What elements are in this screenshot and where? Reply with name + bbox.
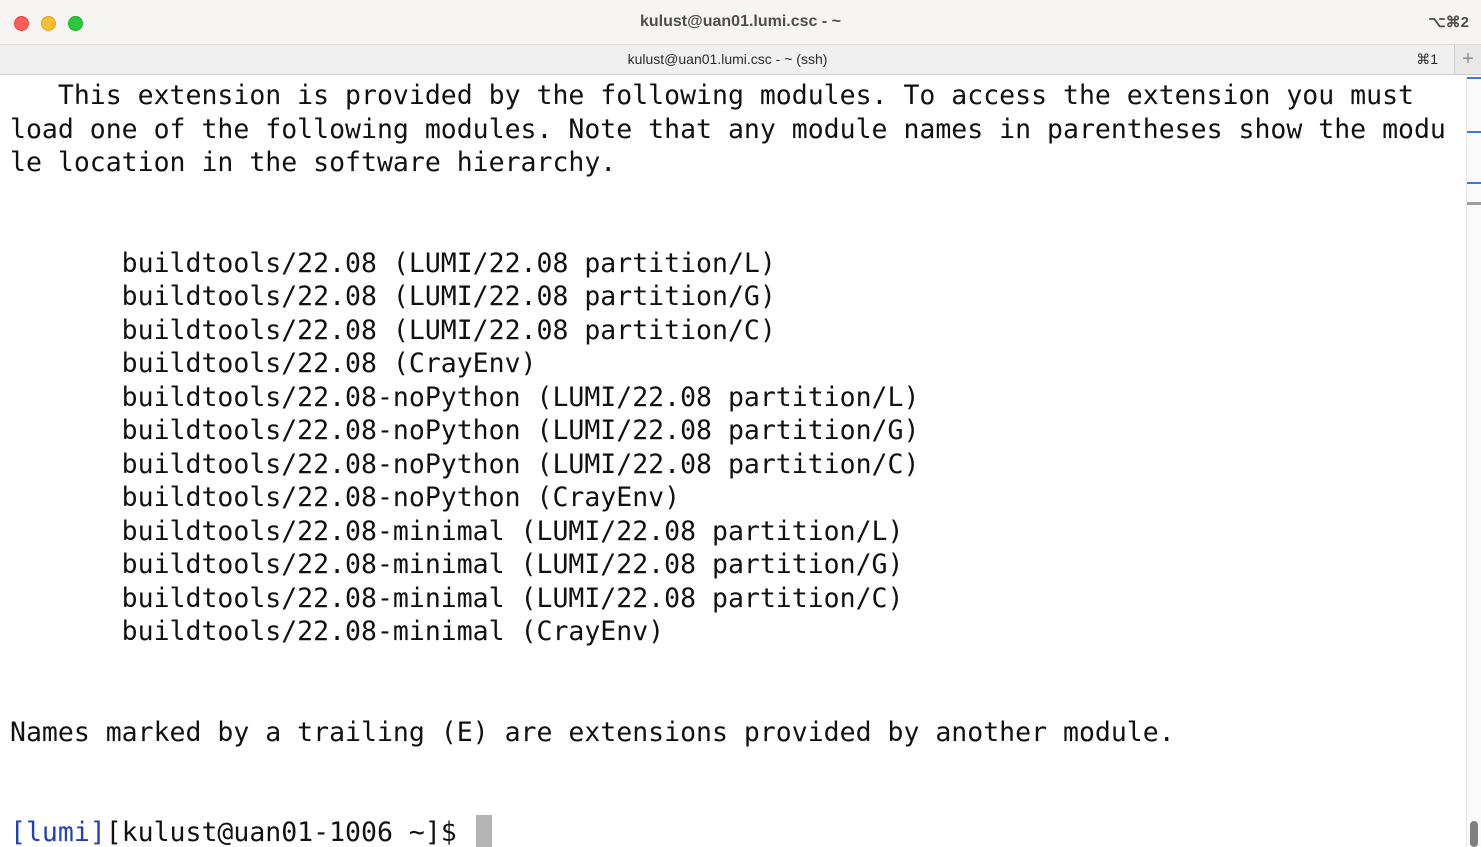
scroll-mark	[1467, 77, 1481, 79]
tab-shortcut-label: ⌘1	[1416, 51, 1438, 67]
window-title: kulust@uan01.lumi.csc - ~	[640, 13, 841, 30]
tab-bar: kulust@uan01.lumi.csc - ~ (ssh) ⌘1 +	[0, 45, 1481, 75]
scrollbar-thumb[interactable]	[1470, 821, 1478, 847]
terminal-output[interactable]: This extension is provided by the follow…	[0, 75, 1466, 847]
terminal-line: buildtools/22.08-minimal (LUMI/22.08 par…	[10, 549, 904, 580]
text-cursor	[476, 815, 492, 847]
terminal-line: buildtools/22.08 (LUMI/22.08 partition/L…	[10, 248, 776, 279]
terminal-line: buildtools/22.08-minimal (LUMI/22.08 par…	[10, 583, 904, 614]
vertical-scrollbar[interactable]	[1466, 75, 1481, 847]
prompt-user-host: [kulust@uan01-1006 ~]$	[105, 817, 473, 847]
scroll-mark	[1467, 182, 1481, 184]
terminal-window: kulust@uan01.lumi.csc - ~ ⌥⌘2 kulust@uan…	[0, 0, 1481, 847]
new-tab-button[interactable]: +	[1454, 45, 1481, 74]
terminal-line: buildtools/22.08-noPython (CrayEnv)	[10, 482, 681, 513]
terminal-line: Names marked by a trailing (E) are exten…	[10, 717, 1175, 748]
terminal-line: buildtools/22.08 (LUMI/22.08 partition/G…	[10, 281, 776, 312]
terminal-line: buildtools/22.08-minimal (CrayEnv)	[10, 616, 665, 647]
terminal-line: load one of the following modules. Note …	[10, 114, 1446, 145]
tab-ssh-session[interactable]: kulust@uan01.lumi.csc - ~ (ssh) ⌘1	[0, 45, 1455, 74]
terminal-line: buildtools/22.08-noPython (LUMI/22.08 pa…	[10, 415, 920, 446]
command-prompt: [lumi][kulust@uan01-1006 ~]$	[10, 816, 473, 847]
terminal-line: buildtools/22.08-noPython (LUMI/22.08 pa…	[10, 449, 920, 480]
terminal-line: buildtools/22.08 (LUMI/22.08 partition/C…	[10, 315, 776, 346]
tab-title: kulust@uan01.lumi.csc - ~ (ssh)	[627, 51, 828, 67]
prompt-environment-tag: [lumi]	[10, 817, 106, 847]
terminal-line: buildtools/22.08-noPython (LUMI/22.08 pa…	[10, 382, 920, 413]
scroll-mark	[1467, 202, 1481, 205]
scroll-mark	[1467, 131, 1481, 133]
terminal-line: buildtools/22.08 (CrayEnv)	[10, 348, 537, 379]
title-bar[interactable]: kulust@uan01.lumi.csc - ~ ⌥⌘2	[0, 0, 1481, 45]
terminal-line: This extension is provided by the follow…	[10, 80, 1414, 111]
terminal-line: buildtools/22.08-minimal (LUMI/22.08 par…	[10, 516, 904, 547]
window-shortcut-label: ⌥⌘2	[1428, 14, 1469, 31]
terminal-line: le location in the software hierarchy.	[10, 147, 617, 178]
